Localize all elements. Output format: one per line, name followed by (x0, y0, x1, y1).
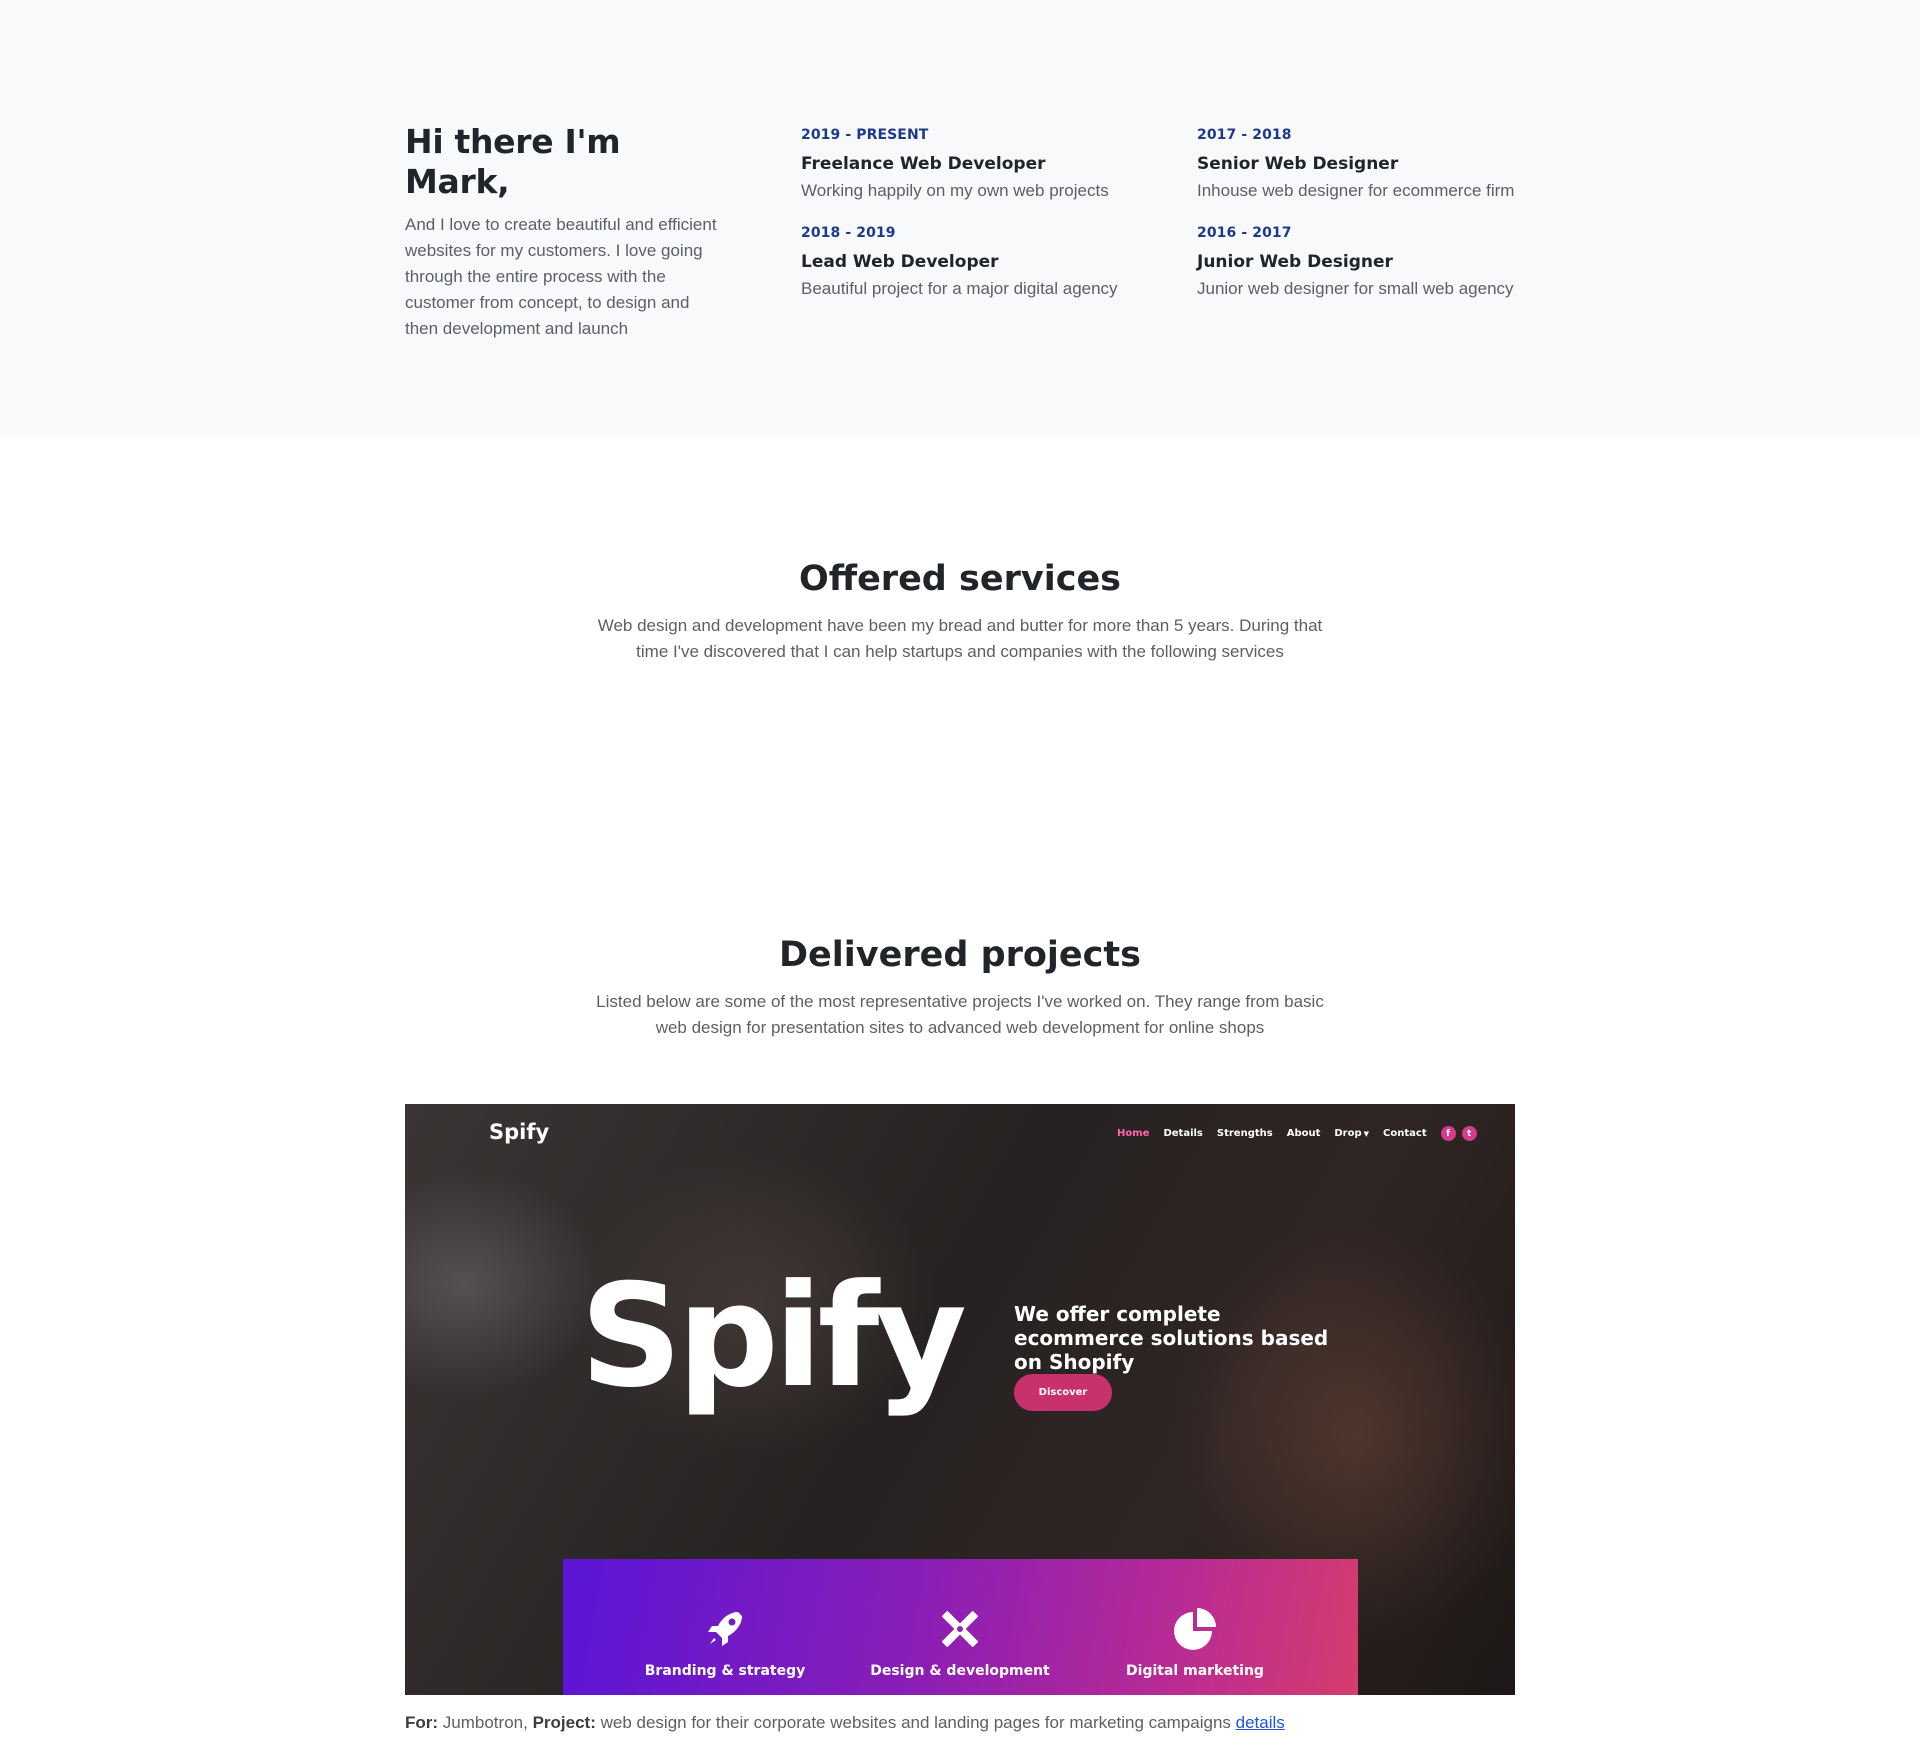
twitter-icon: t (1461, 1126, 1477, 1141)
project-feature-label: Design & development (870, 1663, 1050, 1679)
project-screenshot[interactable]: Spify Home Details Strengths About Drop ▼… (405, 1104, 1515, 1695)
project-nav-contact: Contact (1383, 1127, 1427, 1139)
timeline-date: 2018 - 2019 (801, 225, 896, 241)
services-subtitle: Web design and development have been my … (597, 616, 1323, 661)
about-section: Hi there I'm Mark, And I love to create … (0, 0, 1920, 435)
facebook-icon: f (1440, 1126, 1456, 1141)
project-nav-about: About (1286, 1127, 1321, 1139)
caption-project-label: Project: (532, 1713, 596, 1732)
timeline-date: 2019 - PRESENT (801, 127, 929, 143)
timeline-description: Junior web designer for small web agency (1197, 279, 1514, 298)
rocket-icon (708, 1612, 742, 1646)
project-nav-strengths: Strengths (1216, 1127, 1273, 1139)
timeline-role: Junior Web Designer (1197, 252, 1393, 272)
pie-chart-icon (1174, 1608, 1216, 1650)
timeline-role: Freelance Web Developer (801, 154, 1046, 174)
details-link[interactable]: details (1236, 1713, 1285, 1732)
caption-for-label: For: (405, 1713, 439, 1732)
project-hero-word: Spify (580, 1254, 967, 1419)
project-nav-details: Details (1163, 1127, 1203, 1139)
project-logo: Spify (489, 1120, 550, 1144)
services-section: Offered services Web design and developm… (560, 557, 1360, 665)
timeline-description: Inhouse web designer for ecommerce firm (1197, 181, 1515, 200)
about-title: Hi there I'm Mark, (405, 122, 621, 201)
project-feature: Design & development (845, 1604, 1075, 1680)
timeline-role: Lead Web Developer (801, 252, 999, 272)
timeline-item: 2016 - 2017 Junior Web Designer Junior w… (1197, 224, 1577, 300)
about-text: And I love to create beautiful and effic… (405, 215, 717, 338)
caption-client: Jumbotron, (442, 1713, 528, 1732)
project-nav-drop: Drop ▼ (1334, 1127, 1369, 1141)
project-feature: Branding & strategy (610, 1604, 840, 1680)
about-intro: Hi there I'm Mark, And I love to create … (405, 122, 725, 342)
timeline-item: 2019 - PRESENT Freelance Web Developer W… (801, 126, 1181, 202)
project-tagline: We offer complete ecommerce solutions ba… (1014, 1302, 1329, 1374)
projects-section: Delivered projects Listed below are some… (560, 933, 1360, 1041)
project-nav-drop-label: Drop (1334, 1127, 1362, 1139)
timeline-role: Senior Web Designer (1197, 154, 1399, 174)
project-nav: Home Details Strengths About Drop ▼ Conta… (1117, 1126, 1483, 1141)
project-caption: For: Jumbotron, Project: web design for … (405, 1711, 1515, 1735)
project-discover-button: Discover (1014, 1374, 1112, 1411)
project-feature-band: Branding & strategy Design & development… (563, 1559, 1358, 1695)
timeline-description: Working happily on my own web projects (801, 181, 1109, 200)
project-feature-label: Branding & strategy (644, 1663, 806, 1679)
project-feature: Digital marketing (1080, 1604, 1310, 1680)
projects-title: Delivered projects (779, 935, 1141, 975)
timeline-date: 2016 - 2017 (1197, 225, 1292, 241)
project-feature-label: Digital marketing (1126, 1663, 1264, 1679)
caret-down-icon: ▼ (1363, 1129, 1370, 1138)
projects-subtitle: Listed below are some of the most repres… (596, 992, 1324, 1037)
timeline-item: 2018 - 2019 Lead Web Developer Beautiful… (801, 224, 1181, 300)
timeline-date: 2017 - 2018 (1197, 127, 1292, 143)
timeline-description: Beautiful project for a major digital ag… (801, 279, 1118, 298)
caption-description: web design for their corporate websites … (600, 1713, 1231, 1732)
pencil-ruler-icon (942, 1611, 978, 1647)
timeline-item: 2017 - 2018 Senior Web Designer Inhouse … (1197, 126, 1577, 202)
project-nav-home: Home (1117, 1127, 1150, 1139)
services-title: Offered services (798, 559, 1122, 599)
